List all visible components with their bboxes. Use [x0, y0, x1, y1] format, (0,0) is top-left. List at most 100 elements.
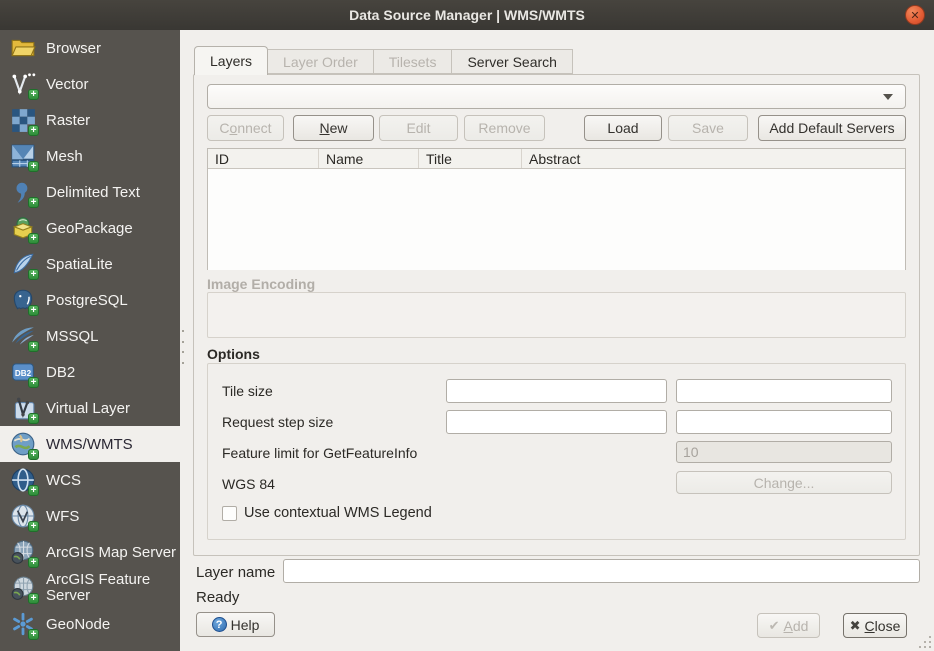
remove-button: Remove: [464, 115, 545, 141]
edit-button: Edit: [379, 115, 458, 141]
window-title: Data Source Manager | WMS/WMTS: [349, 7, 585, 23]
resize-grip[interactable]: [918, 635, 931, 648]
arcgis-feature-server-icon: +: [8, 573, 38, 603]
tab-bar: Layers Layer Order Tilesets Server Searc…: [194, 46, 573, 74]
help-button-label: Help: [231, 617, 260, 633]
new-button[interactable]: New: [293, 115, 374, 141]
spatialite-icon: +: [8, 249, 38, 279]
status-text: Ready: [196, 589, 239, 606]
sidebar-item-label: Raster: [46, 112, 90, 129]
chevron-down-icon: [883, 94, 893, 100]
layers-table-body[interactable]: [208, 169, 905, 270]
sidebar-item-mesh[interactable]: + Mesh: [0, 138, 180, 174]
sidebar-item-geopackage[interactable]: + GeoPackage: [0, 210, 180, 246]
sidebar-item-wms-wmts[interactable]: + WMS/WMTS: [0, 426, 180, 462]
window-close-button[interactable]: ✕: [905, 5, 925, 25]
layer-name-input[interactable]: [283, 559, 920, 583]
sidebar-item-db2[interactable]: DB2 + DB2: [0, 354, 180, 390]
use-contextual-wms-legend-checkbox[interactable]: [222, 506, 237, 521]
request-step-height-input[interactable]: [676, 410, 892, 434]
sidebar-item-label: MSSQL: [46, 328, 99, 345]
crs-change-button: Change...: [676, 471, 892, 494]
load-button[interactable]: Load: [584, 115, 662, 141]
sidebar-item-label: SpatiaLite: [46, 256, 113, 273]
add-default-servers-button[interactable]: Add Default Servers: [758, 115, 906, 141]
save-button: Save: [668, 115, 748, 141]
image-encoding-group-label: Image Encoding: [207, 276, 315, 292]
add-button: ✔ Add: [757, 613, 820, 638]
tile-size-width-input[interactable]: [446, 379, 667, 403]
add-badge-icon: +: [28, 197, 39, 208]
tab-layer-order: Layer Order: [268, 49, 374, 74]
options-group-label: Options: [207, 346, 260, 362]
sidebar-item-label: Mesh: [46, 148, 83, 165]
sidebar-item-label: GeoNode: [46, 616, 110, 633]
postgresql-icon: +: [8, 285, 38, 315]
db2-icon: DB2 +: [8, 357, 38, 387]
add-badge-icon: +: [28, 413, 39, 424]
data-source-manager-dialog: Data Source Manager | WMS/WMTS ✕ Browser…: [0, 0, 934, 651]
tab-tilesets: Tilesets: [374, 49, 453, 74]
help-button[interactable]: ? Help: [196, 612, 275, 637]
add-badge-icon: +: [28, 521, 39, 532]
wms-globe-icon: +: [8, 429, 38, 459]
sidebar-item-spatialite[interactable]: + SpatiaLite: [0, 246, 180, 282]
request-step-width-input[interactable]: [446, 410, 667, 434]
sidebar-item-label: Vector: [46, 76, 89, 93]
sidebar-item-label: ArcGIS Map Server: [46, 544, 176, 561]
sidebar-item-wfs[interactable]: + WFS: [0, 498, 180, 534]
add-badge-icon: +: [28, 593, 39, 604]
sidebar-item-arcgis-feature-server[interactable]: + ArcGIS Feature Server: [0, 570, 180, 606]
sidebar-item-geonode[interactable]: + GeoNode: [0, 606, 180, 642]
add-badge-icon: +: [28, 485, 39, 496]
geopackage-icon: +: [8, 213, 38, 243]
layer-name-label: Layer name: [196, 564, 275, 581]
sidebar-item-virtual-layer[interactable]: + Virtual Layer: [0, 390, 180, 426]
request-step-size-label: Request step size: [222, 414, 333, 430]
sidebar-item-vector[interactable]: + Vector: [0, 66, 180, 102]
column-header-name[interactable]: Name: [319, 149, 419, 168]
mesh-icon: +: [8, 141, 38, 171]
sidebar-item-raster[interactable]: + Raster: [0, 102, 180, 138]
add-button-label: Add: [783, 618, 808, 634]
sidebar-item-label: Delimited Text: [46, 184, 140, 201]
titlebar[interactable]: Data Source Manager | WMS/WMTS ✕: [0, 0, 934, 30]
sidebar-item-wcs[interactable]: + WCS: [0, 462, 180, 498]
mssql-icon: +: [8, 321, 38, 351]
vector-icon: +: [8, 69, 38, 99]
add-badge-icon: +: [28, 629, 39, 640]
add-badge-icon: +: [28, 125, 39, 136]
sidebar-item-label: Virtual Layer: [46, 400, 130, 417]
add-badge-icon: +: [28, 269, 39, 280]
check-icon: ✔: [769, 618, 780, 634]
sidebar-item-mssql[interactable]: + MSSQL: [0, 318, 180, 354]
column-header-id[interactable]: ID: [208, 149, 319, 168]
tab-server-search[interactable]: Server Search: [452, 49, 572, 74]
sidebar-item-arcgis-map-server[interactable]: + ArcGIS Map Server: [0, 534, 180, 570]
tile-size-height-input[interactable]: [676, 379, 892, 403]
column-header-abstract[interactable]: Abstract: [522, 149, 905, 168]
splitter-handle[interactable]: [182, 330, 185, 364]
use-contextual-wms-legend-label[interactable]: Use contextual WMS Legend: [244, 505, 432, 521]
column-header-title[interactable]: Title: [419, 149, 522, 168]
sidebar-item-label: WFS: [46, 508, 79, 525]
crs-label: WGS 84: [222, 476, 275, 492]
layers-table[interactable]: ID Name Title Abstract: [207, 148, 906, 270]
sidebar-item-browser[interactable]: Browser: [0, 30, 180, 66]
wms-wmts-panel: Layers Layer Order Tilesets Server Searc…: [180, 30, 934, 651]
sidebar-item-label: WCS: [46, 472, 81, 489]
close-icon: ✕: [910, 9, 919, 22]
folder-icon: [8, 33, 38, 63]
tab-layers[interactable]: Layers: [194, 46, 268, 75]
sidebar-item-label: ArcGIS Feature Server: [46, 572, 168, 604]
sidebar-item-postgresql[interactable]: + PostgreSQL: [0, 282, 180, 318]
sidebar-item-delimited-text[interactable]: + Delimited Text: [0, 174, 180, 210]
arcgis-map-server-icon: +: [8, 537, 38, 567]
add-badge-icon: +: [28, 233, 39, 244]
help-icon: ?: [212, 617, 227, 632]
source-type-sidebar: Browser + Vector + Raster + Mesh: [0, 30, 180, 651]
server-connection-select[interactable]: [207, 84, 906, 109]
add-badge-icon: +: [28, 89, 39, 100]
delimited-text-icon: +: [8, 177, 38, 207]
close-button[interactable]: ✖ Close: [843, 613, 907, 638]
